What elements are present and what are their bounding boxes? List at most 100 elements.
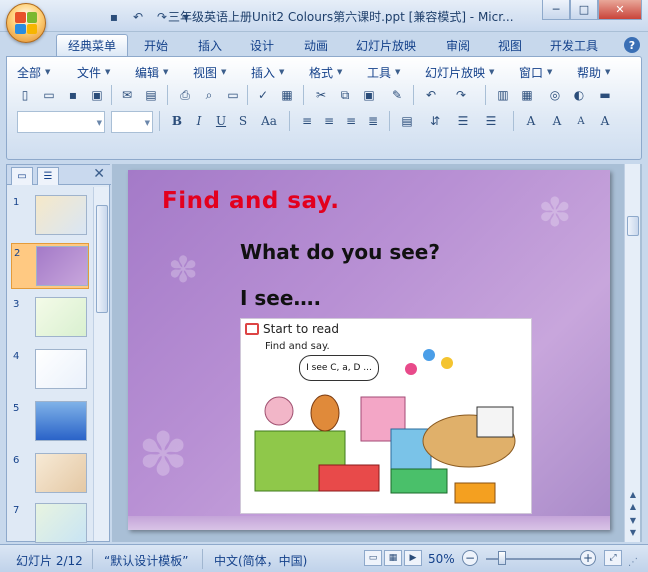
new-icon[interactable]: ▯ bbox=[15, 85, 35, 105]
align-left-icon[interactable]: ≡ bbox=[297, 111, 317, 131]
menu-tools[interactable]: 工具 ▼ bbox=[367, 63, 400, 81]
chart-icon[interactable]: ▥ bbox=[493, 85, 513, 105]
minimize-button[interactable]: ─ bbox=[542, 0, 570, 20]
help-icon[interactable]: ? bbox=[624, 37, 640, 53]
slide-thumbnail[interactable]: 4 bbox=[11, 347, 89, 393]
slide-thumbnail-selected[interactable]: 2 bbox=[11, 243, 89, 289]
undo-icon[interactable]: ↶ bbox=[128, 8, 148, 26]
slide-thumbnail[interactable]: 5 bbox=[11, 399, 89, 445]
permission-icon[interactable]: ▣ bbox=[87, 85, 107, 105]
align-right-icon[interactable]: ≡ bbox=[341, 111, 361, 131]
normal-view-icon[interactable]: ▭ bbox=[364, 550, 382, 566]
thumbnail-scrollbar[interactable] bbox=[93, 187, 109, 541]
slide-thumbnail[interactable]: 7 bbox=[11, 501, 89, 547]
spelling-icon[interactable]: ✓ bbox=[253, 85, 273, 105]
italic-icon[interactable]: I bbox=[189, 111, 209, 131]
menu-all[interactable]: 全部 ▼ bbox=[17, 63, 50, 81]
fit-to-window-icon[interactable]: ⤢ bbox=[604, 550, 622, 566]
next-slide-icon[interactable]: ▼ bbox=[627, 514, 639, 526]
menu-edit[interactable]: 编辑 ▼ bbox=[135, 63, 168, 81]
next-slide-icon[interactable]: ▼ bbox=[627, 526, 639, 538]
menu-file[interactable]: 文件 ▼ bbox=[77, 63, 110, 81]
menu-help[interactable]: 帮助 ▼ bbox=[577, 63, 610, 81]
research-icon[interactable]: ▦ bbox=[277, 85, 297, 105]
shadow-icon[interactable]: S bbox=[233, 111, 253, 131]
menu-view[interactable]: 视图 ▼ bbox=[193, 63, 226, 81]
text-direction-icon[interactable]: ⇵ bbox=[425, 111, 445, 131]
email-icon[interactable]: ✉ bbox=[117, 85, 137, 105]
cut-icon[interactable]: ✂ bbox=[311, 85, 331, 105]
tab-review[interactable]: 审阅 bbox=[436, 34, 480, 56]
close-icon[interactable]: ✕ bbox=[93, 166, 105, 182]
hyperlink-icon[interactable]: ◎ bbox=[545, 85, 565, 105]
slide-thumbnail[interactable]: 6 bbox=[11, 451, 89, 497]
menu-insert[interactable]: 插入 ▼ bbox=[251, 63, 284, 81]
slide-title[interactable]: Find and say. bbox=[162, 188, 339, 214]
tab-slideshow[interactable]: 幻灯片放映 bbox=[346, 34, 426, 56]
previous-slide-icon[interactable]: ▲ bbox=[627, 488, 639, 500]
tab-animations[interactable]: 动画 bbox=[294, 34, 338, 56]
close-button[interactable]: ✕ bbox=[598, 0, 642, 20]
zoom-slider-handle[interactable] bbox=[498, 551, 506, 565]
slide-answer[interactable]: I see…. bbox=[240, 286, 321, 310]
menu-format[interactable]: 格式 ▼ bbox=[309, 63, 342, 81]
justify-icon[interactable]: ≣ bbox=[363, 111, 383, 131]
columns-icon[interactable]: ▤ bbox=[397, 111, 417, 131]
office-button[interactable] bbox=[6, 3, 46, 43]
save-icon[interactable]: ▪ bbox=[63, 85, 83, 105]
slide-counter: 幻灯片 2/12 bbox=[16, 554, 83, 568]
undo-icon[interactable]: ↶ bbox=[421, 85, 441, 105]
clear-format-icon[interactable]: A bbox=[595, 111, 615, 131]
pdf-icon[interactable]: ▤ bbox=[141, 85, 161, 105]
open-icon[interactable]: ▭ bbox=[39, 85, 59, 105]
slide-sorter-icon[interactable]: ▦ bbox=[384, 550, 402, 566]
save-icon[interactable]: ▪ bbox=[104, 8, 124, 26]
slideshow-view-icon[interactable]: ▶ bbox=[404, 550, 422, 566]
zoom-level[interactable]: 50% bbox=[428, 552, 455, 566]
bullets-icon[interactable]: ☰ bbox=[481, 111, 501, 131]
show-formatting-icon[interactable]: ▬ bbox=[595, 85, 615, 105]
slides-tab-icon[interactable]: ▭ bbox=[11, 167, 33, 185]
tab-view[interactable]: 视图 bbox=[488, 34, 532, 56]
tab-classic-menu[interactable]: 经典菜单 bbox=[56, 34, 128, 56]
bold-icon[interactable]: B bbox=[167, 111, 187, 131]
print-preview-icon[interactable]: ⌕ bbox=[199, 85, 219, 105]
format-painter-icon[interactable]: ✎ bbox=[387, 85, 407, 105]
tab-home[interactable]: 开始 bbox=[134, 34, 178, 56]
decrease-font-icon[interactable]: A bbox=[571, 111, 591, 131]
font-name-combo[interactable]: ▼ bbox=[17, 111, 105, 133]
zoom-in-icon[interactable]: + bbox=[580, 550, 596, 566]
zoom-out-icon[interactable]: − bbox=[462, 550, 478, 566]
tab-developer[interactable]: 开发工具 bbox=[540, 34, 608, 56]
paste-icon[interactable]: ▣ bbox=[359, 85, 379, 105]
tab-insert[interactable]: 插入 bbox=[188, 34, 232, 56]
slide-picture[interactable]: Start to read Find and say. I see C, a, … bbox=[240, 318, 532, 514]
slide-question[interactable]: What do you see? bbox=[240, 240, 440, 264]
redo-icon[interactable]: ↷ bbox=[451, 85, 471, 105]
align-center-icon[interactable]: ≡ bbox=[319, 111, 339, 131]
copy-icon[interactable]: ⧉ bbox=[335, 85, 355, 105]
slide-view-icon[interactable]: ▭ bbox=[223, 85, 243, 105]
slide-thumbnail[interactable]: 3 bbox=[11, 295, 89, 341]
outline-tab-icon[interactable]: ☰ bbox=[37, 167, 59, 185]
slide-scrollbar[interactable]: ▲ ▲ ▼ ▼ bbox=[624, 164, 640, 542]
slide-canvas[interactable]: ✽ ✽ ✽ Find and say. What do you see? I s… bbox=[128, 170, 610, 530]
status-bar: 幻灯片 2/12 “默认设计模板” 中文(简体，中国) ▭ ▦ ▶ 50% − … bbox=[0, 544, 648, 572]
font-color-icon[interactable]: A bbox=[521, 111, 541, 131]
tab-design[interactable]: 设计 bbox=[240, 34, 284, 56]
table-icon[interactable]: ▦ bbox=[517, 85, 537, 105]
resize-grip-icon[interactable]: ⋰ bbox=[628, 557, 638, 568]
maximize-button[interactable]: □ bbox=[570, 0, 598, 20]
language-indicator[interactable]: 中文(简体，中国) bbox=[214, 552, 307, 569]
underline-icon[interactable]: U bbox=[211, 111, 231, 131]
numbering-icon[interactable]: ☰ bbox=[453, 111, 473, 131]
increase-font-icon[interactable]: A bbox=[547, 111, 567, 131]
font-size-combo[interactable]: ▼ bbox=[111, 111, 153, 133]
menu-slideshow[interactable]: 幻灯片放映 ▼ bbox=[425, 63, 494, 81]
slide-thumbnail[interactable]: 1 bbox=[11, 193, 89, 239]
previous-slide-icon[interactable]: ▲ bbox=[627, 500, 639, 512]
menu-window[interactable]: 窗口 ▼ bbox=[519, 63, 552, 81]
color-grayscale-icon[interactable]: ◐ bbox=[569, 85, 589, 105]
change-case-icon[interactable]: Aa bbox=[259, 111, 279, 131]
print-icon[interactable]: ⎙ bbox=[175, 85, 195, 105]
